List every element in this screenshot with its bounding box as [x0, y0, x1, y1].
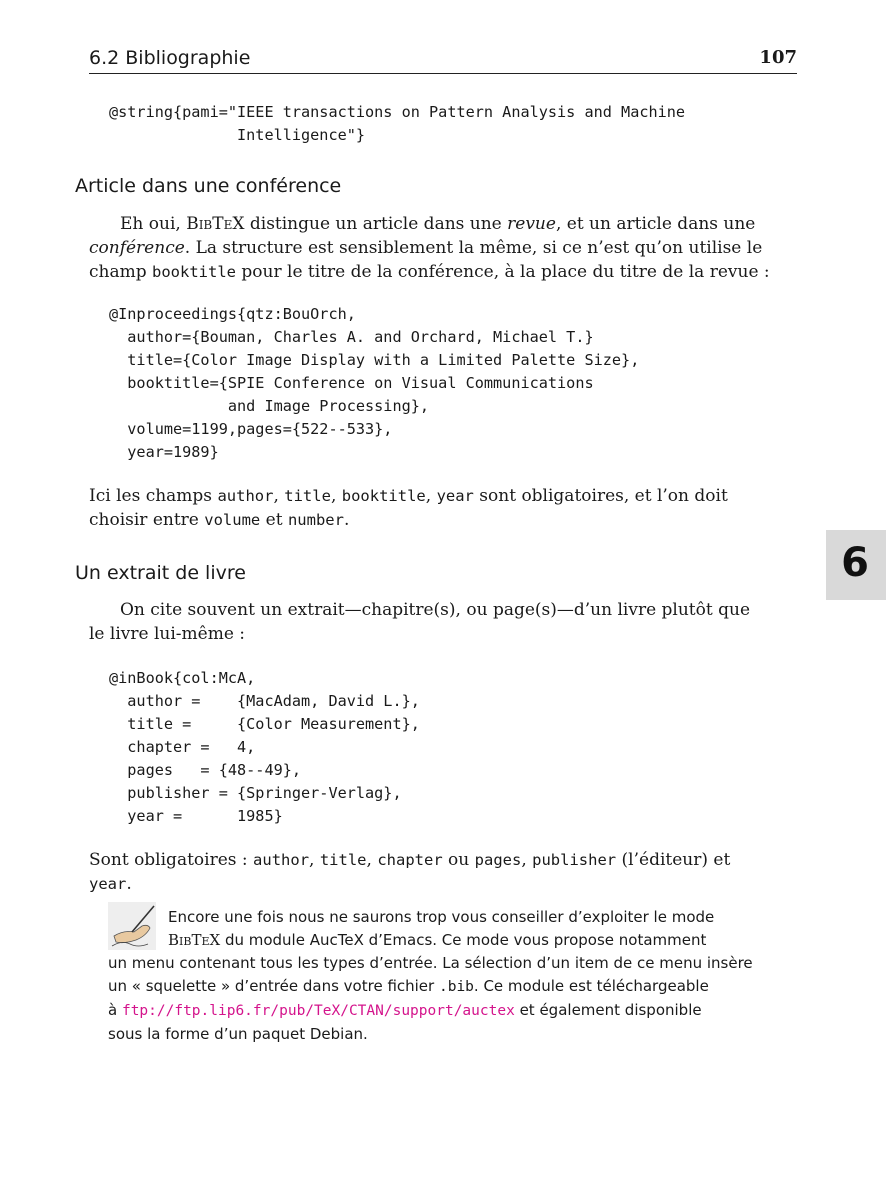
- paragraph-required-fields: Ici les champs author, title, booktitle,…: [89, 486, 728, 530]
- auctex-link[interactable]: ftp://ftp.lip6.fr/pub/TeX/CTAN/support/a…: [122, 1003, 515, 1019]
- bibtex-logo: BibTeX: [186, 214, 245, 234]
- paragraph-conference: Eh oui, BibTeX distingue un article dans…: [89, 214, 770, 282]
- section-title: 6.2 Bibliographie: [89, 47, 251, 69]
- page-header: 6.2 Bibliographie 107: [89, 45, 797, 74]
- code-block-inbook: @inBook{col:McA, author = {MacAdam, Davi…: [109, 669, 420, 825]
- paragraph-obligatoires: Sont obligatoires : author, title, chapt…: [89, 850, 731, 894]
- paragraph-extrait: On cite souvent un extrait—chapitre(s), …: [89, 600, 751, 644]
- page-number: 107: [759, 47, 797, 68]
- tip-box: Encore une fois nous ne saurons trop vou…: [108, 908, 753, 1043]
- code-block-string: @string{pami="IEEE transactions on Patte…: [109, 103, 686, 144]
- heading-article-conference: Article dans une conférence: [75, 175, 342, 197]
- chapter-tab: 6: [826, 530, 886, 600]
- heading-extrait-livre: Un extrait de livre: [75, 562, 246, 584]
- code-block-inproceedings: @Inproceedings{qtz:BouOrch, author={Boum…: [109, 305, 640, 461]
